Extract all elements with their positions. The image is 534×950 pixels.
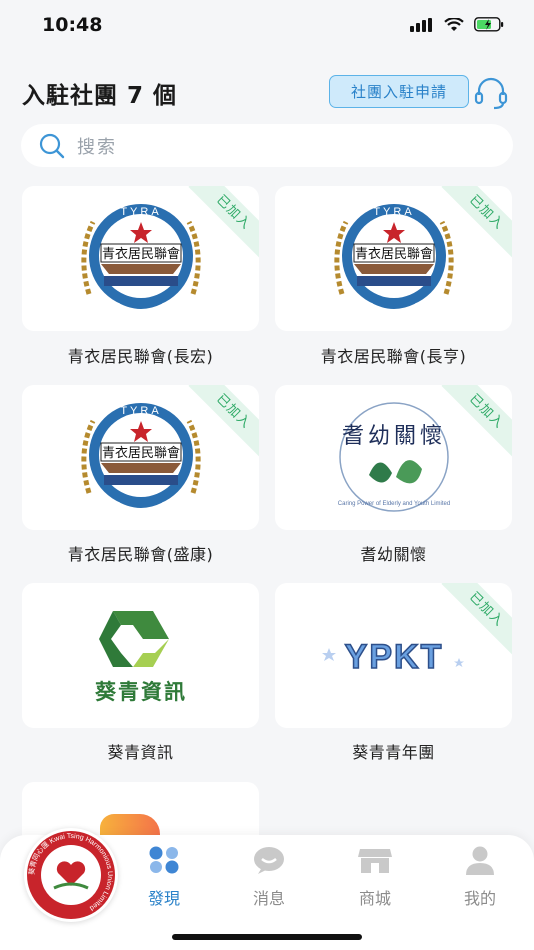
- club-name: 青衣居民聯會(長亨): [320, 347, 467, 366]
- tab-label: 商城: [358, 889, 391, 908]
- search-placeholder: 搜索: [77, 136, 117, 158]
- home-indicator: [172, 934, 362, 940]
- svg-text:葵青資訊: 葵青資訊: [94, 680, 187, 704]
- tab-label: 發現: [147, 889, 180, 908]
- ypkt-logo: YPKT: [321, 637, 464, 676]
- search-icon: [39, 133, 65, 158]
- union-emblem-logo: 葵青同心匯 Kwai Tsing Harmonious Union Limite…: [27, 831, 115, 919]
- club-card[interactable]: 已加入 TYRA 青衣居民聯會: [275, 186, 512, 331]
- club-card[interactable]: 葵青資訊: [22, 583, 259, 728]
- club-card[interactable]: 已加入 TYRA 青衣居民聯會: [22, 186, 259, 331]
- tyra-emblem-logo: TYRA 青衣居民聯會: [80, 402, 201, 508]
- club-card[interactable]: 已加入 耆幼關懷 Caring Power of Elderly and You…: [275, 385, 512, 530]
- store-icon: [358, 849, 392, 873]
- svg-text:耆幼關懷: 耆幼關懷: [341, 424, 445, 449]
- club-name: 葵青青年團: [352, 743, 435, 762]
- wifi-icon: [444, 17, 464, 31]
- svg-text:YPKT: YPKT: [344, 638, 443, 676]
- svg-text:青衣居民聯會: 青衣居民聯會: [101, 246, 179, 262]
- signal-icon: [410, 17, 432, 32]
- battery-charging-icon: [474, 17, 504, 32]
- tab-discover[interactable]: 發現: [124, 845, 204, 909]
- tyra-emblem-logo: TYRA 青衣居民聯會: [80, 203, 201, 309]
- tab-messages[interactable]: 消息: [229, 845, 309, 909]
- club-name: 耆幼關懷: [360, 545, 427, 564]
- svg-text:Caring Power of Elderly and Yo: Caring Power of Elderly and Youth Limite…: [337, 501, 449, 507]
- tab-label: 消息: [252, 889, 285, 908]
- elderly-youth-care-logo: 耆幼關懷 Caring Power of Elderly and Youth L…: [337, 401, 450, 512]
- tab-mall[interactable]: 商城: [335, 845, 415, 909]
- svg-text:TYRA: TYRA: [120, 405, 161, 417]
- tab-profile[interactable]: 我的: [440, 845, 520, 909]
- club-card[interactable]: 已加入 YPKT: [275, 583, 512, 728]
- club-name: 青衣居民聯會(盛康): [67, 545, 214, 564]
- club-name: 青衣居民聯會(長宏): [67, 347, 214, 366]
- svg-text:TYRA: TYRA: [120, 206, 161, 218]
- message-bubble-icon: [254, 847, 284, 874]
- svg-text:青衣居民聯會: 青衣居民聯會: [354, 246, 432, 262]
- status-bar: 10:48: [0, 0, 534, 56]
- user-profile-icon: [466, 846, 494, 875]
- tyra-emblem-logo: TYRA 青衣居民聯會: [333, 203, 454, 309]
- page-title: 入駐社團 7 個: [22, 83, 178, 109]
- club-name: 葵青資訊: [107, 743, 174, 762]
- kwai-tsing-info-logo: 葵青資訊: [94, 610, 187, 704]
- union-promo-logo-button[interactable]: 葵青同心匯 Kwai Tsing Harmonious Union Limite…: [24, 828, 118, 922]
- status-icons: [410, 17, 504, 32]
- tab-label: 我的: [463, 889, 496, 908]
- club-join-apply-button[interactable]: 社團入駐申請: [329, 75, 469, 108]
- discover-grid-icon: [149, 846, 179, 874]
- status-time: 10:48: [42, 14, 103, 36]
- customer-service-headset-icon[interactable]: [472, 74, 510, 112]
- club-card[interactable]: 已加入 TYRA 青衣居民聯會: [22, 385, 259, 530]
- svg-text:青衣居民聯會: 青衣居民聯會: [101, 445, 179, 461]
- svg-text:TYRA: TYRA: [373, 206, 414, 218]
- search-input[interactable]: 搜索: [21, 124, 513, 167]
